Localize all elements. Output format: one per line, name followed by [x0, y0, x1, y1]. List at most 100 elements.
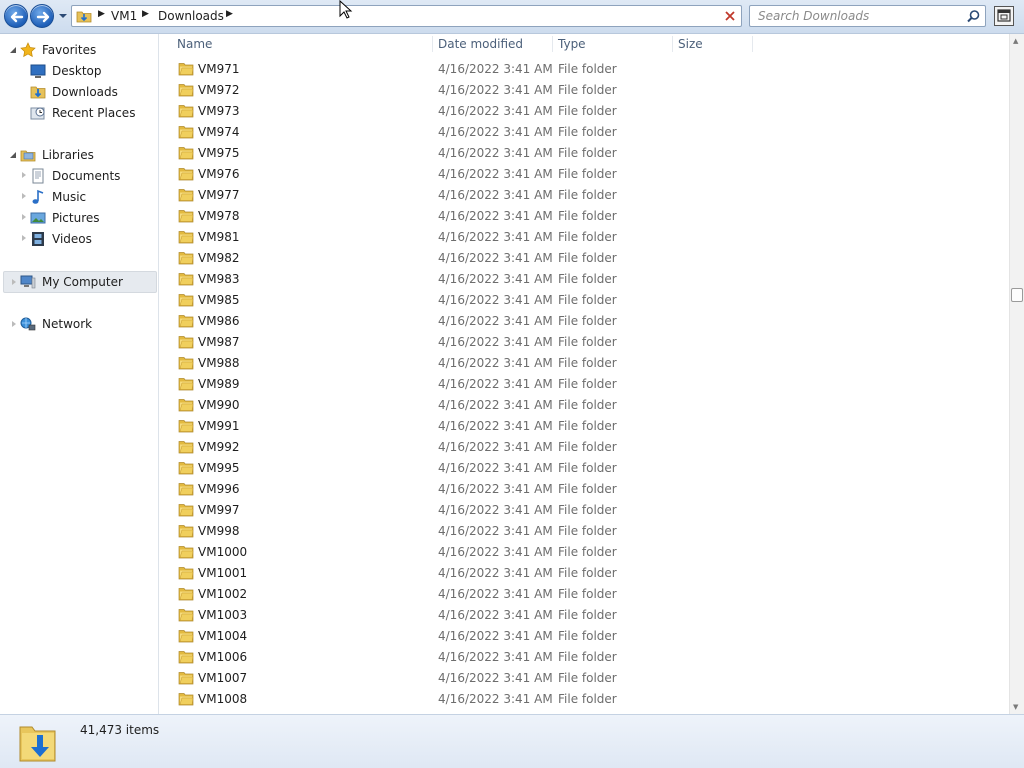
nav-item-desktop[interactable]: Desktop	[30, 61, 102, 81]
nav-item-pictures[interactable]: Pictures	[30, 208, 100, 228]
column-divider[interactable]	[432, 36, 433, 52]
scroll-up-arrow-icon[interactable]: ▲	[1013, 37, 1018, 45]
file-date-modified: 4/16/2022 3:41 AM	[438, 566, 553, 580]
file-row[interactable]: VM1007 4/16/2022 3:41 AM File folder	[160, 668, 1009, 689]
folder-icon	[178, 503, 194, 517]
file-date-modified: 4/16/2022 3:41 AM	[438, 230, 553, 244]
file-date-modified: 4/16/2022 3:41 AM	[438, 293, 553, 307]
nav-favorites[interactable]: Favorites	[20, 40, 96, 60]
folder-icon	[178, 272, 194, 286]
nav-item-music[interactable]: Music	[30, 187, 86, 207]
computer-icon	[20, 275, 36, 289]
recent-pages-dropdown[interactable]	[57, 9, 69, 23]
file-type: File folder	[558, 440, 617, 454]
file-row[interactable]: VM989 4/16/2022 3:41 AM File folder	[160, 374, 1009, 395]
breadcrumb-separator-icon[interactable]: ▶	[98, 9, 105, 19]
file-row[interactable]: VM996 4/16/2022 3:41 AM File folder	[160, 479, 1009, 500]
file-name: VM971	[198, 62, 240, 76]
nav-item-recent-places[interactable]: Recent Places	[30, 103, 135, 123]
breadcrumb-separator-icon[interactable]: ▶	[226, 9, 233, 19]
file-date-modified: 4/16/2022 3:41 AM	[438, 545, 553, 559]
file-type: File folder	[558, 293, 617, 307]
file-row[interactable]: VM976 4/16/2022 3:41 AM File folder	[160, 164, 1009, 185]
file-date-modified: 4/16/2022 3:41 AM	[438, 251, 553, 265]
expand-arrow-icon[interactable]	[21, 214, 27, 220]
downloads-folder-icon	[19, 726, 56, 762]
file-row[interactable]: VM992 4/16/2022 3:41 AM File folder	[160, 437, 1009, 458]
file-row[interactable]: VM1001 4/16/2022 3:41 AM File folder	[160, 563, 1009, 584]
file-row[interactable]: VM998 4/16/2022 3:41 AM File folder	[160, 521, 1009, 542]
file-row[interactable]: VM973 4/16/2022 3:41 AM File folder	[160, 101, 1009, 122]
file-name: VM977	[198, 188, 240, 202]
search-box[interactable]: Search Downloads	[749, 5, 986, 27]
column-header-name[interactable]: Name	[177, 34, 212, 54]
nav-libraries[interactable]: Libraries	[20, 145, 94, 165]
file-date-modified: 4/16/2022 3:41 AM	[438, 692, 553, 706]
column-header-date[interactable]: Date modified	[438, 34, 523, 54]
breadcrumb-separator-icon[interactable]: ▶	[142, 9, 149, 19]
file-type: File folder	[558, 692, 617, 706]
forward-arrow-icon	[36, 11, 50, 23]
file-row[interactable]: VM987 4/16/2022 3:41 AM File folder	[160, 332, 1009, 353]
file-row[interactable]: VM977 4/16/2022 3:41 AM File folder	[160, 185, 1009, 206]
file-row[interactable]: VM997 4/16/2022 3:41 AM File folder	[160, 500, 1009, 521]
folder-icon	[178, 146, 194, 160]
expand-arrow-icon[interactable]	[21, 193, 27, 199]
address-bar[interactable]: ▶ VM1 ▶ Downloads ▶	[71, 5, 783, 27]
file-row[interactable]: VM1000 4/16/2022 3:41 AM File folder	[160, 542, 1009, 563]
file-row[interactable]: VM972 4/16/2022 3:41 AM File folder	[160, 80, 1009, 101]
file-name: VM978	[198, 209, 240, 223]
scrollbar-thumb[interactable]	[1011, 288, 1023, 302]
search-input[interactable]: Search Downloads	[758, 9, 869, 23]
column-divider[interactable]	[672, 36, 673, 52]
search-icon[interactable]	[966, 9, 981, 24]
expand-arrow-icon[interactable]	[21, 235, 27, 241]
file-row[interactable]: VM986 4/16/2022 3:41 AM File folder	[160, 311, 1009, 332]
column-header-size[interactable]: Size	[678, 34, 703, 54]
file-row[interactable]: VM1008 4/16/2022 3:41 AM File folder	[160, 689, 1009, 710]
scroll-down-arrow-icon[interactable]: ▼	[1013, 703, 1018, 711]
column-divider[interactable]	[552, 36, 553, 52]
nav-network[interactable]: Network	[20, 314, 92, 334]
back-button[interactable]	[4, 4, 28, 28]
nav-my-computer[interactable]: My Computer	[20, 272, 123, 292]
file-row[interactable]: VM991 4/16/2022 3:41 AM File folder	[160, 416, 1009, 437]
file-row[interactable]: VM982 4/16/2022 3:41 AM File folder	[160, 248, 1009, 269]
vertical-scrollbar[interactable]: ▲ ▼	[1009, 34, 1024, 714]
forward-button[interactable]	[30, 4, 54, 28]
file-name: VM992	[198, 440, 240, 454]
file-row[interactable]: VM978 4/16/2022 3:41 AM File folder	[160, 206, 1009, 227]
file-list: Name Date modified Type Size VM971 4/16/2…	[160, 34, 1009, 714]
videos-film-icon	[32, 232, 44, 246]
collapse-arrow-icon[interactable]	[9, 151, 17, 159]
file-row[interactable]: VM974 4/16/2022 3:41 AM File folder	[160, 122, 1009, 143]
expand-arrow-icon[interactable]	[11, 321, 17, 327]
file-row[interactable]: VM975 4/16/2022 3:41 AM File folder	[160, 143, 1009, 164]
file-row[interactable]: VM1002 4/16/2022 3:41 AM File folder	[160, 584, 1009, 605]
nav-item-documents[interactable]: Documents	[30, 166, 120, 186]
file-row[interactable]: VM1004 4/16/2022 3:41 AM File folder	[160, 626, 1009, 647]
file-row[interactable]: VM983 4/16/2022 3:41 AM File folder	[160, 269, 1009, 290]
file-row[interactable]: VM1003 4/16/2022 3:41 AM File folder	[160, 605, 1009, 626]
expand-arrow-icon[interactable]	[11, 279, 17, 285]
column-divider[interactable]	[752, 36, 753, 52]
breadcrumb-downloads[interactable]: Downloads	[158, 9, 224, 23]
stop-button[interactable]	[720, 6, 740, 26]
file-row[interactable]: VM985 4/16/2022 3:41 AM File folder	[160, 290, 1009, 311]
expand-arrow-icon[interactable]	[21, 172, 27, 178]
file-row[interactable]: VM971 4/16/2022 3:41 AM File folder	[160, 59, 1009, 80]
file-row[interactable]: VM1006 4/16/2022 3:41 AM File folder	[160, 647, 1009, 668]
column-header-type[interactable]: Type	[558, 34, 586, 54]
file-row[interactable]: VM995 4/16/2022 3:41 AM File folder	[160, 458, 1009, 479]
folder-icon	[178, 104, 194, 118]
file-date-modified: 4/16/2022 3:41 AM	[438, 650, 553, 664]
nav-item-downloads[interactable]: Downloads	[30, 82, 118, 102]
nav-item-videos[interactable]: Videos	[30, 229, 92, 249]
file-row[interactable]: VM990 4/16/2022 3:41 AM File folder	[160, 395, 1009, 416]
collapse-arrow-icon[interactable]	[9, 46, 17, 54]
file-type: File folder	[558, 335, 617, 349]
file-row[interactable]: VM988 4/16/2022 3:41 AM File folder	[160, 353, 1009, 374]
file-row[interactable]: VM981 4/16/2022 3:41 AM File folder	[160, 227, 1009, 248]
breadcrumb-vm1[interactable]: VM1	[111, 9, 137, 23]
restore-window-button[interactable]	[994, 6, 1014, 26]
